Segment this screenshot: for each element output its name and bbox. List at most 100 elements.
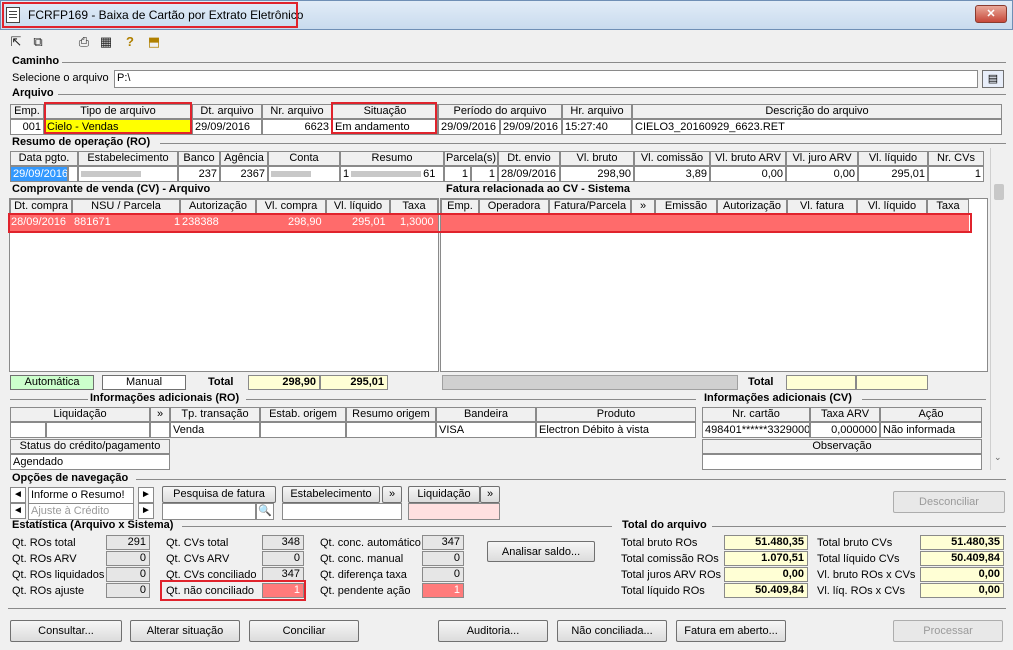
arquivo-nr[interactable]: 6623 <box>262 119 332 135</box>
arquivo-emp[interactable]: 001 <box>10 119 44 135</box>
info-acao[interactable]: Não informada <box>880 422 982 438</box>
print-icon[interactable]: ⎙ <box>76 34 92 50</box>
info-bandeira[interactable]: VISA <box>436 422 536 438</box>
col-vl-juro-arv: Vl. juro ARV <box>786 151 858 166</box>
col-data-pgto: Data pgto. <box>10 151 78 166</box>
pesquisa-input[interactable] <box>162 503 256 520</box>
info-tp[interactable]: Venda <box>170 422 260 438</box>
redacted-icon <box>271 171 311 177</box>
col-f-vl-fatura: Vl. fatura <box>787 199 857 214</box>
stat-value: 291 <box>106 535 150 550</box>
nav-section: Opções de navegação <box>12 472 129 484</box>
help-icon[interactable]: ? <box>122 34 138 50</box>
col-dt: Dt. arquivo <box>192 104 262 119</box>
resumo-input[interactable]: Informe o Resumo! <box>28 487 134 504</box>
info-resumo-origem[interactable] <box>346 422 436 438</box>
liquidacao-more-button[interactable]: » <box>480 486 500 503</box>
search-icon[interactable]: 🔍 <box>256 503 274 520</box>
ro-nr-cvs[interactable]: 1 <box>928 166 984 182</box>
status-value[interactable]: Agendado <box>10 454 170 470</box>
fatura-hscroll[interactable] <box>442 375 738 390</box>
col-dt-compra: Dt. compra <box>10 199 72 214</box>
arquivo-section: Arquivo <box>12 87 54 99</box>
total-label: Total líquido ROs <box>621 585 705 597</box>
info-produto[interactable]: Electron Débito à vista <box>536 422 696 438</box>
arquivo-dt[interactable]: 29/09/2016 <box>192 119 262 135</box>
arquivo-hr[interactable]: 15:27:40 <box>562 119 632 135</box>
arquivo-periodo-fim[interactable]: 29/09/2016 <box>500 119 562 135</box>
ro-estab[interactable] <box>78 166 178 182</box>
estabelecimento-input[interactable] <box>282 503 402 520</box>
estabelecimento-button[interactable]: Estabelecimento <box>282 486 380 503</box>
pesquisa-fatura-button[interactable]: Pesquisa de fatura <box>162 486 276 503</box>
next-resumo-icon[interactable]: ► <box>138 487 154 503</box>
processar-button[interactable]: Processar <box>893 620 1003 642</box>
stat-label: Qt. ROs total <box>12 537 76 549</box>
ro-juro-arv[interactable]: 0,00 <box>786 166 858 182</box>
stat-value: 347 <box>422 535 464 550</box>
fatura-total-2 <box>856 375 928 390</box>
ro-liquido[interactable]: 295,01 <box>858 166 928 182</box>
total-value: 0,00 <box>920 583 1004 598</box>
stat-label: Qt. diferença taxa <box>320 569 407 581</box>
export-icon[interactable]: ⇱ <box>8 34 24 50</box>
liquidacao-button[interactable]: Liquidação <box>408 486 480 503</box>
ajuste-select[interactable]: Ajuste à Crédito <box>28 503 134 520</box>
cv-total-liquido: 295,01 <box>320 375 388 390</box>
col-f-autorizacao: Autorização <box>717 199 787 214</box>
ro-bruto[interactable]: 298,90 <box>560 166 634 182</box>
stat-label: Qt. conc. automático <box>320 537 421 549</box>
ro-envio[interactable]: 28/09/2016 <box>498 166 560 182</box>
close-button[interactable]: ✕ <box>975 5 1007 23</box>
nao-conciliada-button[interactable]: Não conciliada... <box>557 620 667 642</box>
ro-parcela-2[interactable]: 1 <box>471 166 498 182</box>
total-label: Vl. bruto ROs x CVs <box>817 569 916 581</box>
estab-more-button[interactable]: » <box>382 486 402 503</box>
ro-resumo[interactable]: 1 61 <box>340 166 444 182</box>
col-f-vl-liquido: Vl. líquido <box>857 199 927 214</box>
ro-comissao[interactable]: 3,89 <box>634 166 710 182</box>
ro-data[interactable]: 29/09/2016 <box>10 166 68 182</box>
arquivo-periodo-ini[interactable]: 29/09/2016 <box>438 119 500 135</box>
desconciliar-button[interactable]: Desconciliar <box>893 491 1005 513</box>
col-f-more[interactable]: » <box>631 199 655 214</box>
total-value: 1.070,51 <box>724 551 808 566</box>
ro-banco[interactable]: 237 <box>178 166 220 182</box>
prev-resumo-icon[interactable]: ◄ <box>10 487 26 503</box>
browse-icon[interactable]: ▤ <box>982 70 1004 88</box>
arquivo-descricao[interactable]: CIELO3_20160929_6623.RET <box>632 119 1002 135</box>
fatura-total-1 <box>786 375 856 390</box>
col-acao: Ação <box>880 407 982 422</box>
auditoria-button[interactable]: Auditoria... <box>438 620 548 642</box>
calculator-icon[interactable]: ▦ <box>98 34 114 50</box>
col-liq-more[interactable]: » <box>150 407 170 422</box>
obs-field[interactable] <box>702 454 982 470</box>
copy-icon[interactable]: ⧉ <box>30 34 46 50</box>
vertical-scrollbar[interactable]: ⌄ <box>990 148 1006 470</box>
next-ajuste-icon[interactable]: ► <box>138 503 154 519</box>
file-path-input[interactable]: P:\ <box>114 70 978 88</box>
total-label: Total juros ARV ROs <box>621 569 722 581</box>
ro-parcela-1[interactable]: 1 <box>444 166 471 182</box>
prev-ajuste-icon[interactable]: ◄ <box>10 503 26 519</box>
ro-agencia[interactable]: 2367 <box>220 166 268 182</box>
fatura-aberto-button[interactable]: Fatura em aberto... <box>676 620 786 642</box>
liquidacao-input[interactable] <box>408 503 500 520</box>
analisar-saldo-button[interactable]: Analisar saldo... <box>487 541 595 562</box>
stat-label: Qt. ROs liquidados <box>12 569 105 581</box>
conciliar-button[interactable]: Conciliar <box>249 620 359 642</box>
consultar-button[interactable]: Consultar... <box>10 620 122 642</box>
col-parcelas: Parcela(s) <box>444 151 498 166</box>
situacao-highlight <box>331 102 437 134</box>
stat-value: 0 <box>106 583 150 598</box>
col-vl-liquido: Vl. líquido <box>858 151 928 166</box>
ro-bruto-arv[interactable]: 0,00 <box>710 166 786 182</box>
ro-conta[interactable] <box>268 166 340 182</box>
exit-icon[interactable]: ⬒ <box>146 34 162 50</box>
info-taxa-arv[interactable]: 0,000000 <box>810 422 880 438</box>
col-estab: Estabelecimento <box>78 151 178 166</box>
info-cartao[interactable]: 498401******3329000 <box>702 422 810 438</box>
info-estab-origem[interactable] <box>260 422 346 438</box>
col-descricao: Descrição do arquivo <box>632 104 1002 119</box>
alterar-situacao-button[interactable]: Alterar situação <box>130 620 240 642</box>
